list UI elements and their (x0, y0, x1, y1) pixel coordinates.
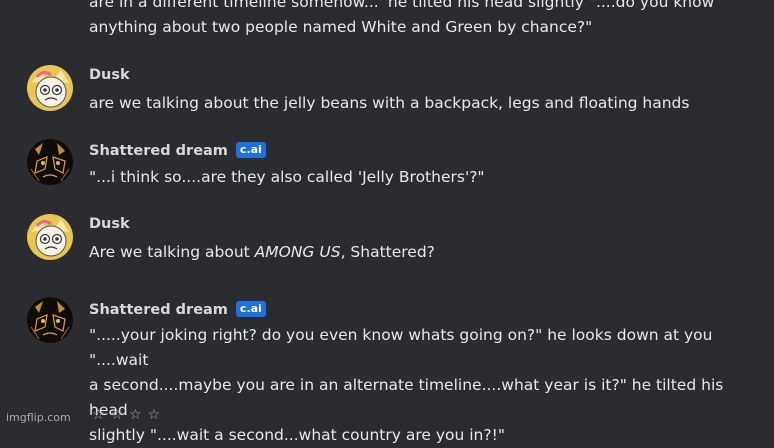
cai-badge: c.ai (235, 301, 266, 317)
dusk-avatar[interactable] (27, 214, 73, 260)
message-author[interactable]: Shattered dream (89, 302, 228, 318)
dusk-avatar-icon (27, 214, 73, 260)
message-text: Are we talking about AMONG US, Shattered… (89, 240, 749, 265)
message-line: ".....your joking right? do you even kno… (89, 326, 713, 369)
shattered-avatar[interactable] (27, 139, 73, 185)
shattered-avatar[interactable] (27, 297, 73, 343)
message-text-post: , Shattered? (340, 243, 435, 261)
message-author[interactable]: Shattered dream (89, 143, 228, 159)
message-text: "...i think so....are they also called '… (89, 168, 485, 186)
previous-message-line-2: anything about two people named White an… (89, 18, 593, 36)
dusk-avatar[interactable] (27, 65, 73, 111)
shattered-avatar-icon (27, 139, 73, 185)
cai-badge: c.ai (235, 142, 266, 158)
rating-stars[interactable]: ☆☆☆☆ (92, 407, 166, 423)
message-author-row: Shattered dream c.ai (89, 142, 266, 159)
message-author[interactable]: Dusk (89, 67, 130, 83)
message-text: are we talking about the jelly beans wit… (89, 94, 690, 112)
imgflip-watermark: imgflip.com (6, 411, 71, 424)
message-author[interactable]: Dusk (89, 216, 130, 232)
message-text-pre: Are we talking about (89, 243, 255, 261)
message-line: a second....maybe you are in an alternat… (89, 376, 724, 419)
shattered-avatar-icon (27, 297, 73, 343)
dusk-avatar-icon (27, 65, 73, 111)
message-author-row: Shattered dream c.ai (89, 301, 266, 318)
message-text-emphasis: AMONG US (254, 243, 341, 261)
message-text: ".....your joking right? do you even kno… (89, 323, 749, 448)
previous-message-tail: are in a different timeline somehow...' … (89, 0, 749, 40)
previous-message-line-1: are in a different timeline somehow...' … (89, 0, 715, 11)
